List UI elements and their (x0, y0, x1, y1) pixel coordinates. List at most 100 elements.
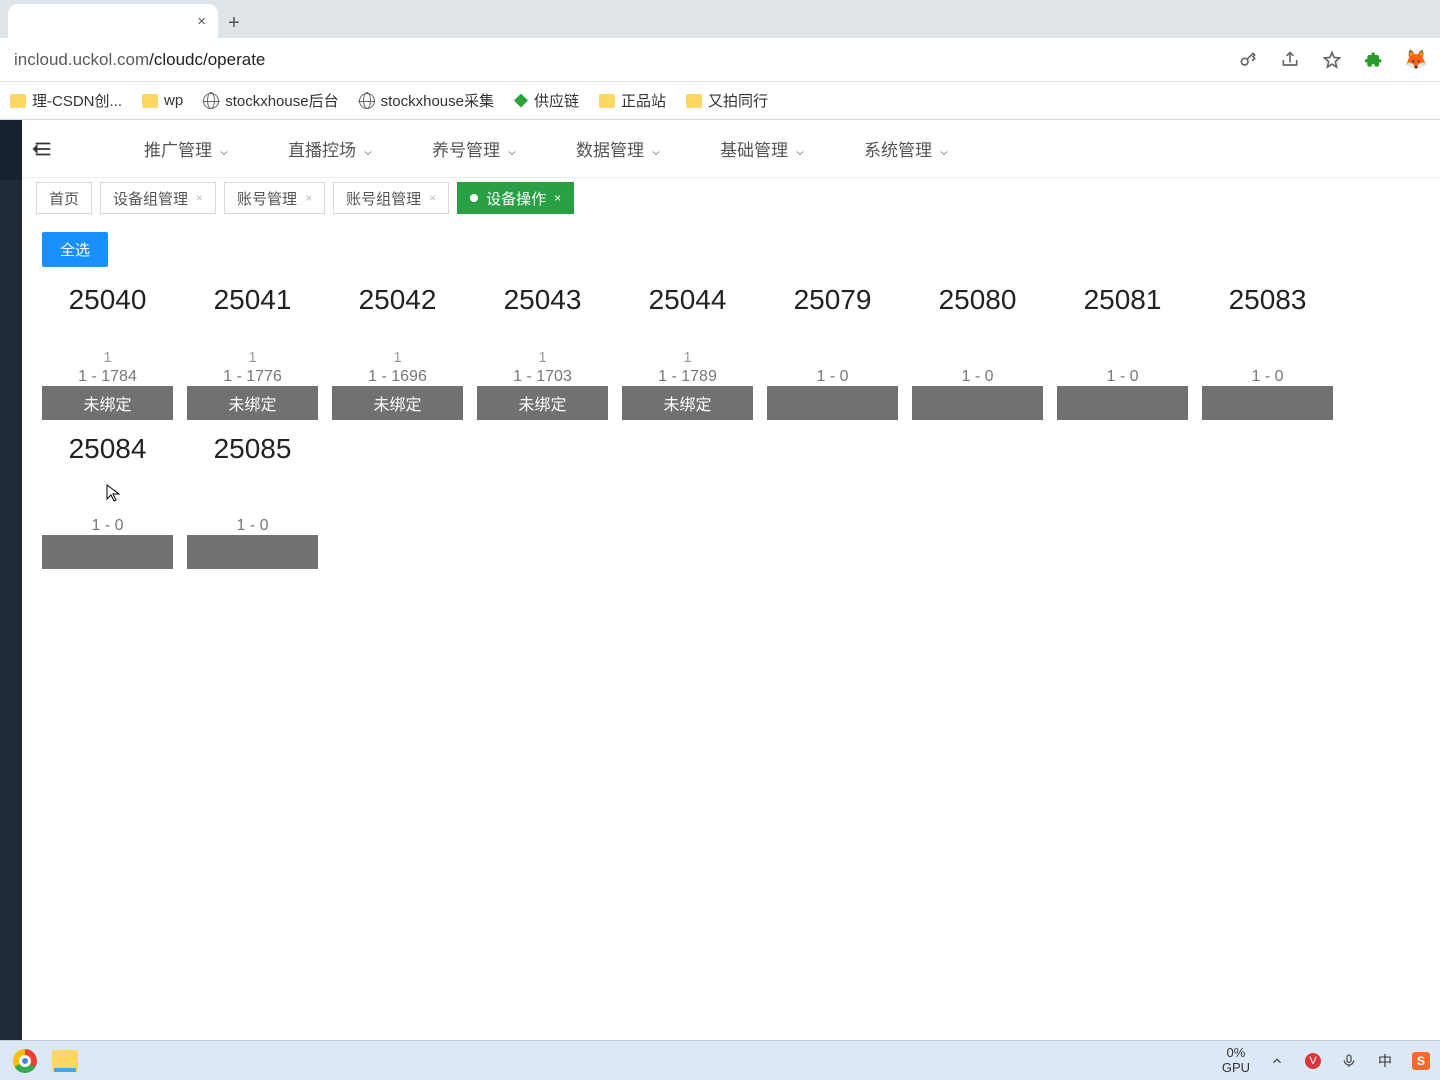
bookmark-label: stockxhouse后台 (225, 90, 338, 111)
nav-item[interactable]: 推广管理 (144, 136, 228, 161)
page-tabs: 首页设备组管理×账号管理×账号组管理×设备操作× (22, 178, 1440, 218)
bookmarks-bar: 理-CSDN创... wp stockxhouse后台 stockxhouse采集 供应… (0, 82, 1440, 120)
page-tab[interactable]: 设备操作× (457, 182, 574, 214)
browser-tabstrip: × + (0, 0, 1440, 38)
device-status: 未绑定 (622, 386, 753, 420)
globe-icon (203, 93, 219, 109)
close-icon[interactable]: × (196, 191, 203, 205)
chevron-down-icon (794, 144, 804, 154)
bookmark-label: 正品站 (621, 90, 666, 111)
device-range: 1 - 0 (236, 517, 268, 535)
extension-fox-icon[interactable]: 🦊 (1406, 50, 1426, 70)
device-range: 1 - 1776 (223, 368, 282, 386)
browser-tab[interactable]: × (8, 4, 218, 38)
bookmark-item[interactable]: stockxhouse后台 (203, 90, 338, 111)
close-icon[interactable]: × (305, 191, 312, 205)
extension-puzzle-icon[interactable] (1364, 50, 1384, 70)
key-icon[interactable] (1238, 50, 1258, 70)
nav-item[interactable]: 数据管理 (576, 136, 660, 161)
device-card[interactable]: 250841 - 0 (42, 434, 173, 569)
tray-chevron-icon[interactable] (1268, 1052, 1286, 1070)
nav-label: 养号管理 (432, 136, 500, 161)
new-tab-button[interactable]: + (218, 8, 250, 38)
ime-indicator[interactable]: 中 (1376, 1052, 1394, 1070)
device-id: 25041 (187, 285, 318, 316)
device-card[interactable]: 25081 1 - 0 (1057, 285, 1188, 420)
gpu-label: GPU (1222, 1061, 1250, 1075)
close-icon[interactable]: × (429, 191, 436, 205)
bookmark-label: 供应链 (534, 90, 579, 111)
folder-icon (142, 94, 158, 108)
windows-taskbar: 0% GPU V 中 S (0, 1040, 1440, 1080)
device-range: 1 - 0 (816, 368, 848, 386)
select-all-button[interactable]: 全选 (42, 232, 108, 267)
nav-label: 数据管理 (576, 136, 644, 161)
close-icon[interactable]: × (197, 13, 206, 30)
device-card[interactable]: 2504011 - 1784未绑定 (42, 285, 173, 420)
gpu-percent: 0% (1222, 1046, 1250, 1060)
chrome-taskbar-icon[interactable] (10, 1046, 40, 1076)
device-card[interactable]: 25079 1 - 0 (767, 285, 898, 420)
nav-item[interactable]: 养号管理 (432, 136, 516, 161)
page-tab[interactable]: 首页 (36, 182, 92, 214)
url-path: /cloudc/operate (149, 50, 265, 69)
bookmark-item[interactable]: 又拍同行 (686, 90, 768, 111)
device-count: 1 (393, 349, 401, 366)
nav-item[interactable]: 系统管理 (864, 136, 948, 161)
device-status: 未绑定 (42, 386, 173, 420)
device-card[interactable]: 2504111 - 1776未绑定 (187, 285, 318, 420)
chevron-down-icon (218, 144, 228, 154)
device-status (1057, 386, 1188, 420)
device-id: 25081 (1057, 285, 1188, 316)
nav-item[interactable]: 基础管理 (720, 136, 804, 161)
device-card[interactable]: 2504411 - 1789未绑定 (622, 285, 753, 420)
device-card[interactable]: 2504211 - 1696未绑定 (332, 285, 463, 420)
microphone-icon[interactable] (1340, 1052, 1358, 1070)
close-icon[interactable]: × (554, 191, 561, 205)
page-tab[interactable]: 账号组管理 × (333, 182, 449, 214)
device-range: 1 - 1703 (513, 368, 572, 386)
device-id: 25042 (332, 285, 463, 316)
bookmark-item[interactable]: 理-CSDN创... (10, 90, 122, 111)
page-tab[interactable]: 账号管理× (224, 182, 325, 214)
bookmark-item[interactable]: 正品站 (599, 90, 666, 111)
share-icon[interactable] (1280, 50, 1300, 70)
page-tab[interactable]: 设备组管理× (100, 182, 216, 214)
url-display[interactable]: incloud.uckol.com/cloudc/operate (14, 50, 265, 70)
chevron-down-icon (938, 144, 948, 154)
device-id: 25040 (42, 285, 173, 316)
device-count: 1 (683, 349, 691, 366)
device-range: 1 - 0 (961, 368, 993, 386)
device-status: 未绑定 (477, 386, 608, 420)
page-tab-label: 账号组管理 (346, 188, 421, 209)
tray-orange-icon[interactable]: S (1412, 1052, 1430, 1070)
bookmark-item[interactable]: stockxhouse采集 (359, 90, 494, 111)
nav-item[interactable]: 直播控场 (288, 136, 372, 161)
device-id: 25079 (767, 285, 898, 316)
device-range: 1 - 0 (1106, 368, 1138, 386)
url-host: incloud.uckol.com (14, 50, 149, 69)
explorer-taskbar-icon[interactable] (50, 1046, 80, 1076)
leaf-icon (514, 94, 528, 108)
app-top-nav: 推广管理 直播控场 养号管理 数据管理 基础管理 系统管理 (22, 120, 1440, 178)
bookmark-item[interactable]: wp (142, 92, 183, 109)
page-tab-label: 首页 (49, 188, 79, 209)
chevron-down-icon (650, 144, 660, 154)
device-id: 25083 (1202, 285, 1333, 316)
nav-label: 直播控场 (288, 136, 356, 161)
device-card[interactable]: 25080 1 - 0 (912, 285, 1043, 420)
device-card[interactable]: 250851 - 0 (187, 434, 318, 569)
device-id: 25044 (622, 285, 753, 316)
menu-toggle-icon[interactable] (28, 134, 58, 164)
folder-icon (599, 94, 615, 108)
chevron-down-icon (506, 144, 516, 154)
device-card[interactable]: 2504311 - 1703未绑定 (477, 285, 608, 420)
tray-red-icon[interactable]: V (1304, 1052, 1322, 1070)
bookmark-item[interactable]: 供应链 (514, 90, 579, 111)
bookmark-label: wp (164, 92, 183, 109)
star-icon[interactable] (1322, 50, 1342, 70)
nav-label: 系统管理 (864, 136, 932, 161)
device-id: 25080 (912, 285, 1043, 316)
device-card[interactable]: 250831 - 0 (1202, 285, 1333, 420)
content-area: 全选 2504011 - 1784未绑定2504111 - 1776未绑定250… (22, 218, 1440, 1040)
